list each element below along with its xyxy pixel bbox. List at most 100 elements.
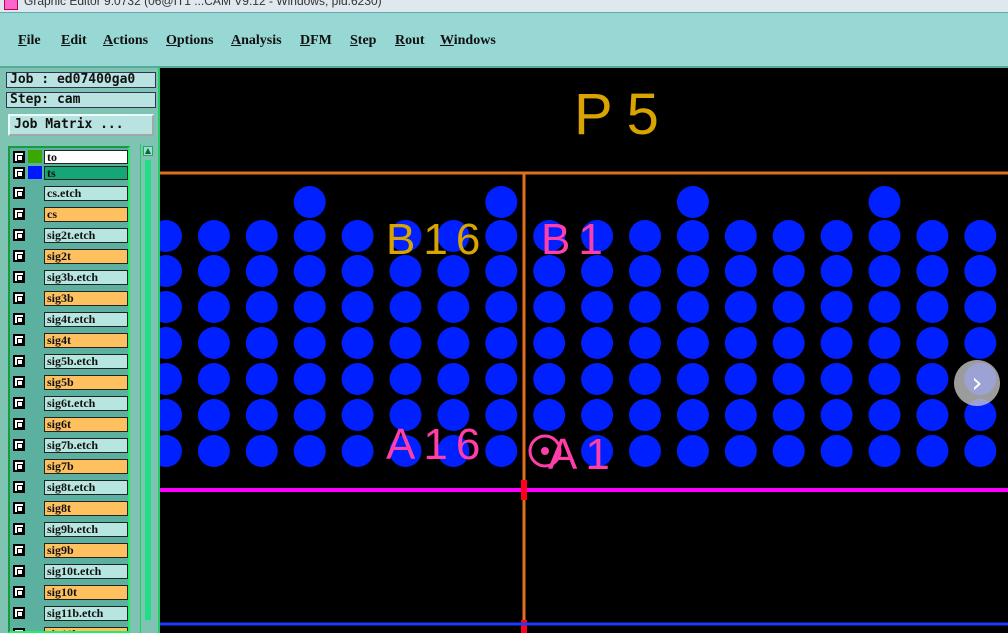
layer-checkbox[interactable] [13,439,25,451]
layer-name[interactable]: sig5b [44,375,128,390]
graphic-canvas[interactable]: P5 B16 B1 A16 A1 ‹ › [160,68,1008,633]
menu-actions[interactable]: Actions [103,33,148,49]
menu-edit[interactable]: Edit [61,33,87,49]
menu-analysis[interactable]: Analysis [231,33,282,49]
pad [820,363,853,395]
layer-name[interactable]: sig11b [44,627,128,631]
pad [485,291,518,323]
layer-name[interactable]: sig9b.etch [44,522,128,537]
layer-row-ts[interactable]: ts [12,166,128,181]
layer-checkbox[interactable] [13,313,25,325]
layer-checkbox[interactable] [13,208,25,220]
pad [724,363,757,395]
pad [197,255,230,287]
pad [772,399,805,431]
layer-name[interactable]: sig3b.etch [44,270,128,285]
layer-checkbox[interactable] [13,607,25,619]
pad [629,220,661,252]
layer-name[interactable]: sig5b.etch [44,354,128,369]
layer-row-sig8t[interactable]: sig8t [12,501,128,518]
layer-name[interactable]: sig7b [44,459,128,474]
layer-name[interactable]: sig10t [44,585,128,600]
layer-name[interactable]: sig4t.etch [44,312,128,327]
layer-row-sig3b-etch[interactable]: sig3b.etch [12,270,128,287]
pad [293,220,326,252]
layer-checkbox[interactable] [13,376,25,388]
layer-name[interactable]: sig2t.etch [44,228,128,243]
carousel-next-button[interactable]: › [954,360,1000,406]
job-matrix-button[interactable]: Job Matrix ... [8,114,154,136]
layer-row-sig10t-etch[interactable]: sig10t.etch [12,564,128,581]
layer-row-sig7b-etch[interactable]: sig7b.etch [12,438,128,455]
layer-checkbox[interactable] [13,460,25,472]
layer-name[interactable]: cs.etch [44,186,128,201]
layer-checkbox[interactable] [13,628,25,631]
layer-checkbox[interactable] [13,334,25,346]
layer-checkbox[interactable] [13,565,25,577]
layer-name[interactable]: sig6t.etch [44,396,128,411]
menu-file[interactable]: File [18,33,41,49]
layer-name[interactable]: to [44,150,128,164]
layer-color-swatch[interactable] [28,166,42,179]
pad [437,363,470,395]
pad [197,220,230,252]
layer-name[interactable]: sig8t.etch [44,480,128,495]
layer-row-sig4t-etch[interactable]: sig4t.etch [12,312,128,329]
layer-name[interactable]: sig11b.etch [44,606,128,621]
layer-row-sig2t-etch[interactable]: sig2t.etch [12,228,128,245]
layer-name[interactable]: sig2t [44,249,128,264]
layer-row-sig11b-etch[interactable]: sig11b.etch [12,606,128,623]
layer-checkbox[interactable] [13,250,25,262]
pad [341,363,374,395]
layer-name[interactable]: sig8t [44,501,128,516]
layer-checkbox[interactable] [13,167,25,179]
layer-row-sig10t[interactable]: sig10t [12,585,128,602]
layer-list-scrollbar[interactable]: ▲ [140,144,156,633]
layer-name[interactable]: sig10t.etch [44,564,128,579]
layer-checkbox[interactable] [13,586,25,598]
layer-row-sig9b[interactable]: sig9b [12,543,128,560]
layer-name[interactable]: sig3b [44,291,128,306]
layer-checkbox[interactable] [13,292,25,304]
layer-checkbox[interactable] [13,502,25,514]
layer-checkbox[interactable] [13,418,25,430]
layer-row-sig4t[interactable]: sig4t [12,333,128,350]
layer-color-swatch[interactable] [28,150,42,163]
layer-row-sig2t[interactable]: sig2t [12,249,128,266]
layer-name[interactable]: sig7b.etch [44,438,128,453]
layer-row-sig3b[interactable]: sig3b [12,291,128,308]
layer-checkbox[interactable] [13,151,25,163]
layer-row-sig5b[interactable]: sig5b [12,375,128,392]
layer-checkbox[interactable] [13,544,25,556]
layer-checkbox[interactable] [13,481,25,493]
layer-row-sig9b-etch[interactable]: sig9b.etch [12,522,128,539]
scroll-up-icon[interactable]: ▲ [143,146,153,156]
menu-step[interactable]: Step [350,33,376,49]
layer-row-sig5b-etch[interactable]: sig5b.etch [12,354,128,371]
layer-checkbox[interactable] [13,271,25,283]
layer-row-sig11b[interactable]: sig11b [12,627,128,631]
layer-row-sig8t-etch[interactable]: sig8t.etch [12,480,128,497]
layer-row-to[interactable]: to [12,150,128,165]
layer-name[interactable]: cs [44,207,128,222]
layer-checkbox[interactable] [13,397,25,409]
layer-row-sig6t-etch[interactable]: sig6t.etch [12,396,128,413]
pad [868,220,901,252]
layer-row-sig7b[interactable]: sig7b [12,459,128,476]
layer-name[interactable]: sig4t [44,333,128,348]
menu-dfm[interactable]: DFM [300,33,332,49]
layer-name[interactable]: sig6t [44,417,128,432]
layer-row-cs-etch[interactable]: cs.etch [12,186,128,203]
menu-windows[interactable]: Windows [440,33,496,49]
layer-name[interactable]: ts [44,166,128,180]
scrollbar-thumb[interactable] [145,160,151,620]
layer-checkbox[interactable] [13,523,25,535]
layer-row-cs[interactable]: cs [12,207,128,224]
menu-rout[interactable]: Rout [395,33,425,49]
layer-checkbox[interactable] [13,355,25,367]
layer-name[interactable]: sig9b [44,543,128,558]
layer-checkbox[interactable] [13,187,25,199]
layer-checkbox[interactable] [13,229,25,241]
layer-row-sig6t[interactable]: sig6t [12,417,128,434]
menu-options[interactable]: Options [166,33,213,49]
